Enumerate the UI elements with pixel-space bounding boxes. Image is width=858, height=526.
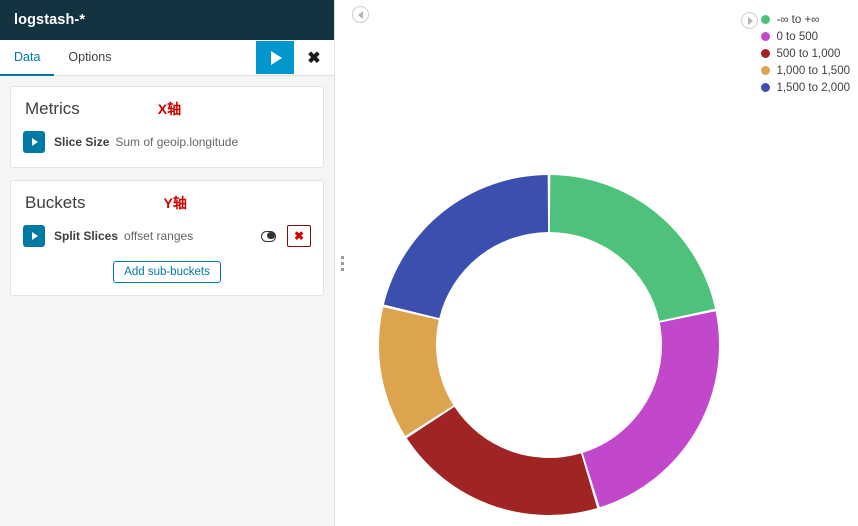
panel-resizer[interactable]: [336, 0, 348, 526]
play-icon: [271, 50, 282, 65]
close-icon: ✖: [307, 49, 321, 67]
toggle-bucket-button[interactable]: [255, 225, 281, 247]
tab-options[interactable]: Options: [54, 40, 125, 76]
tab-options-label: Options: [68, 50, 112, 64]
metrics-annotation: X轴: [157, 101, 182, 117]
bucket-row-split-slices[interactable]: Split Slices offset ranges ✖: [19, 223, 315, 249]
donut-slice[interactable]: [582, 311, 719, 508]
donut-chart: [348, 0, 858, 526]
bucket-value: offset ranges: [124, 229, 194, 243]
caret-right-icon: [32, 138, 38, 146]
buckets-card-header: Buckets Y轴: [19, 191, 315, 223]
close-icon: ✖: [293, 229, 305, 243]
donut-slice[interactable]: [383, 175, 549, 319]
expand-icon[interactable]: [23, 131, 45, 153]
editor-panel-body: Metrics X轴 Slice Size Sum of geoip.longi…: [0, 76, 334, 526]
index-pattern-title: logstash-*: [14, 12, 86, 28]
donut-chart-svg: [379, 175, 719, 515]
metric-row-slice-size[interactable]: Slice Size Sum of geoip.longitude: [19, 129, 315, 155]
add-sub-buckets-button[interactable]: Add sub-buckets: [113, 261, 221, 283]
toggle-icon: [260, 230, 276, 242]
tab-data[interactable]: Data: [0, 40, 55, 76]
visualize-editor-app: logstash-* Data Options ✖ Metrics X轴 Sli…: [0, 0, 858, 526]
donut-slices: [379, 175, 719, 515]
tab-data-label: Data: [14, 50, 41, 64]
metric-value: Sum of geoip.longitude: [115, 135, 239, 149]
apply-changes-button[interactable]: [256, 41, 294, 74]
tabbar-spacer: [126, 40, 257, 75]
donut-slice[interactable]: [549, 175, 716, 321]
buckets-annotation: Y轴: [163, 195, 187, 211]
visualization-panel: -∞ to +∞ 0 to 500 500 to 1,000 1,000 to 1,5…: [348, 0, 858, 526]
metrics-card-header: Metrics X轴: [19, 97, 315, 129]
metrics-title: Metrics: [25, 99, 80, 118]
caret-right-icon: [32, 232, 38, 240]
bucket-label: Split Slices: [54, 229, 119, 243]
metrics-card: Metrics X轴 Slice Size Sum of geoip.longi…: [10, 86, 324, 168]
editor-panel: logstash-* Data Options ✖ Metrics X轴 Sli…: [0, 0, 335, 526]
discard-changes-button[interactable]: ✖: [294, 40, 334, 75]
drag-handle-icon: [340, 255, 344, 271]
add-subbuckets-wrap: Add sub-buckets: [19, 261, 315, 283]
panel-header: logstash-*: [0, 0, 334, 40]
buckets-card: Buckets Y轴 Split Slices offset ranges ✖: [10, 180, 324, 296]
buckets-title: Buckets: [25, 193, 86, 212]
delete-bucket-button[interactable]: ✖: [287, 225, 311, 247]
expand-icon[interactable]: [23, 225, 45, 247]
editor-tabbar: Data Options ✖: [0, 40, 334, 76]
metric-label: Slice Size: [54, 135, 110, 149]
donut-slice[interactable]: [406, 406, 598, 515]
